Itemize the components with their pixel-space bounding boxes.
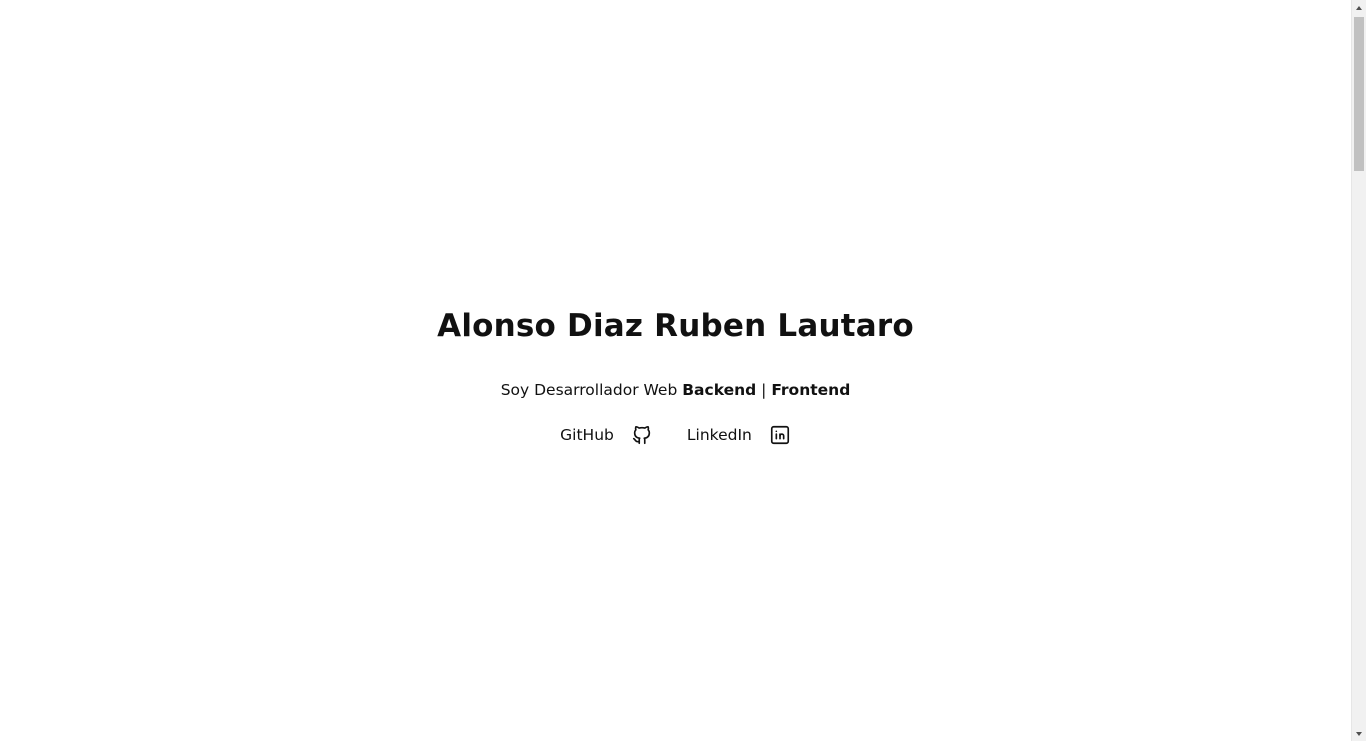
scroll-down-arrow-icon[interactable] bbox=[1352, 726, 1366, 741]
github-icon bbox=[631, 424, 653, 446]
social-links: GitHub LinkedIn bbox=[0, 423, 1351, 447]
scroll-up-arrow-icon[interactable] bbox=[1352, 0, 1366, 15]
linkedin-link[interactable]: LinkedIn bbox=[687, 423, 791, 447]
vertical-scrollbar[interactable] bbox=[1351, 0, 1366, 741]
subtitle-frontend: Frontend bbox=[771, 381, 851, 399]
linkedin-label: LinkedIn bbox=[686, 426, 752, 444]
subtitle-separator: | bbox=[756, 381, 772, 399]
page-content: Alonso Diaz Ruben Lautaro Soy Desarrolla… bbox=[0, 0, 1351, 741]
linkedin-icon bbox=[769, 424, 791, 446]
hero-subtitle: Soy Desarrollador Web Backend | Frontend bbox=[0, 378, 1351, 402]
browser-viewport: Alonso Diaz Ruben Lautaro Soy Desarrolla… bbox=[0, 0, 1366, 741]
subtitle-backend: Backend bbox=[682, 381, 757, 399]
github-label: GitHub bbox=[560, 426, 614, 444]
subtitle-prefix: Soy Desarrollador Web bbox=[500, 381, 683, 399]
scrollbar-thumb[interactable] bbox=[1354, 17, 1364, 171]
page-title: Alonso Diaz Ruben Lautaro bbox=[437, 308, 914, 344]
github-link[interactable]: GitHub bbox=[560, 423, 653, 447]
